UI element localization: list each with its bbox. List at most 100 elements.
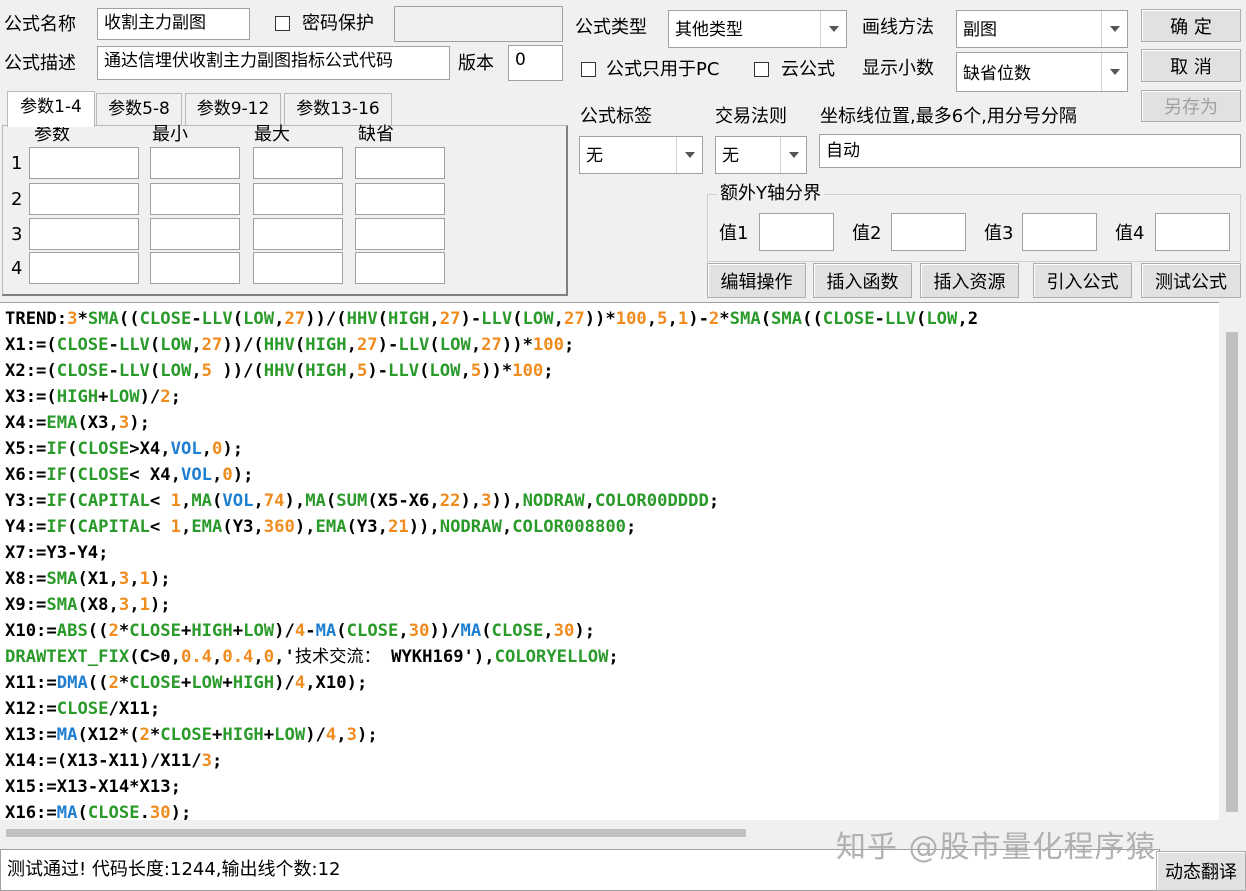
code-line[interactable]: X4:=EMA(X3,3); bbox=[5, 410, 150, 436]
code-line[interactable]: X1:=(CLOSE-LLV(LOW,27))/(HHV(HIGH,27)-LL… bbox=[5, 332, 574, 358]
cancel-button[interactable]: 取 消 bbox=[1141, 49, 1241, 82]
code-line[interactable]: X15:=X13-X14*X13; bbox=[5, 774, 181, 800]
code-token: (( bbox=[87, 621, 109, 641]
cloud-formula-checkbox[interactable] bbox=[754, 62, 769, 77]
code-line[interactable]: X9:=SMA(X8,3,1); bbox=[5, 592, 171, 618]
code-token: 30 bbox=[149, 803, 171, 820]
code-line[interactable]: X2:=(CLOSE-LLV(LOW,5 ))/(HHV(HIGH,5)-LLV… bbox=[5, 358, 554, 384]
code-token: (X1, bbox=[77, 569, 119, 589]
param4-max-input[interactable] bbox=[253, 252, 343, 284]
formula-type-select[interactable]: 其他类型 bbox=[668, 10, 847, 48]
param3-min-input[interactable] bbox=[150, 218, 240, 250]
code-token: , bbox=[191, 361, 202, 381]
code-token: (( bbox=[118, 309, 140, 329]
formula-tag-select[interactable]: 无 bbox=[579, 136, 703, 174]
value4-input[interactable] bbox=[1155, 213, 1230, 251]
edit-operations-button[interactable]: 编辑操作 bbox=[707, 263, 806, 298]
code-token: VOL bbox=[222, 491, 254, 511]
code-token: HHV bbox=[263, 335, 295, 355]
code-line[interactable]: X14:=(X13-X11)/X11/3; bbox=[5, 748, 222, 774]
code-line[interactable]: DRAWTEXT_FIX(C>0,0.4,0.4,0,'技术交流： WYKH16… bbox=[5, 644, 619, 670]
param1-default-input[interactable] bbox=[355, 147, 445, 179]
code-token: LLV bbox=[398, 335, 430, 355]
extra-y-axis-label: 额外Y轴分界 bbox=[717, 183, 824, 205]
formula-name-input[interactable]: 收割主力副图 bbox=[97, 8, 250, 40]
code-line[interactable]: X7:=Y3-Y4; bbox=[5, 540, 108, 566]
password-input bbox=[394, 6, 563, 42]
code-line[interactable]: X12:=CLOSE/X11; bbox=[5, 696, 160, 722]
trade-rule-select[interactable]: 无 bbox=[715, 136, 807, 174]
tab-params-13-16[interactable]: 参数13-16 bbox=[284, 93, 392, 125]
param3-default-input[interactable] bbox=[355, 218, 445, 250]
param4-min-input[interactable] bbox=[150, 252, 240, 284]
code-token: , bbox=[429, 309, 440, 329]
pc-only-checkbox[interactable] bbox=[581, 62, 596, 77]
formula-desc-input[interactable]: 通达信埋伏收割主力副图指标公式代码 bbox=[97, 46, 450, 80]
code-line[interactable]: X10:=ABS((2*CLOSE+HIGH+LOW)/4-MA(CLOSE,3… bbox=[5, 618, 595, 644]
test-formula-button[interactable]: 测试公式 bbox=[1141, 263, 1241, 298]
code-token: )), bbox=[408, 517, 440, 537]
code-token: CLOSE bbox=[56, 699, 109, 719]
horizontal-scrollbar-thumb[interactable] bbox=[6, 829, 746, 837]
code-line[interactable]: Y3:=IF(CAPITAL< 1,MA(VOL,74),MA(SUM(X5-X… bbox=[5, 488, 719, 514]
value2-input[interactable] bbox=[891, 213, 966, 251]
code-line[interactable]: X16:=MA(CLOSE.30); bbox=[5, 800, 191, 820]
code-token: 5 bbox=[356, 361, 368, 381]
axis-position-input[interactable]: 自动 bbox=[819, 134, 1241, 168]
param3-name-input[interactable] bbox=[29, 218, 139, 250]
param-header-default: 缺省 bbox=[358, 124, 394, 145]
param-header-name: 参数 bbox=[34, 124, 70, 145]
code-token: 0.4 bbox=[222, 647, 254, 667]
password-protect-checkbox[interactable] bbox=[275, 16, 290, 31]
code-token: COLOR00DDDD bbox=[595, 491, 709, 511]
insert-resource-button[interactable]: 插入资源 bbox=[920, 263, 1019, 298]
code-line[interactable]: TREND:3*SMA((CLOSE-LLV(LOW,27))/(HHV(HIG… bbox=[5, 306, 978, 332]
tab-params-5-8[interactable]: 参数5-8 bbox=[96, 93, 182, 125]
vertical-scrollbar-thumb[interactable] bbox=[1226, 332, 1238, 812]
code-line[interactable]: X5:=IF(CLOSE>X4,VOL,0); bbox=[5, 436, 243, 462]
decimal-select[interactable]: 缺省位数 bbox=[956, 52, 1128, 92]
value3-input[interactable] bbox=[1022, 213, 1097, 251]
code-line[interactable]: X8:=SMA(X1,3,1); bbox=[5, 566, 171, 592]
insert-function-button[interactable]: 插入函数 bbox=[813, 263, 912, 298]
code-token: ; bbox=[563, 335, 575, 355]
chevron-down-icon bbox=[780, 137, 806, 173]
param2-name-input[interactable] bbox=[29, 183, 139, 215]
import-formula-button[interactable]: 引入公式 bbox=[1033, 263, 1132, 298]
code-token: ( bbox=[67, 465, 78, 485]
draw-method-select[interactable]: 副图 bbox=[956, 10, 1128, 48]
param2-max-input[interactable] bbox=[253, 183, 343, 215]
code-token: LOW bbox=[243, 621, 275, 641]
tab-params-1-4[interactable]: 参数1-4 bbox=[7, 91, 95, 127]
code-token: 27 bbox=[284, 309, 306, 329]
param1-min-input[interactable] bbox=[150, 147, 240, 179]
param1-max-input[interactable] bbox=[253, 147, 343, 179]
code-token: (C>0, bbox=[129, 647, 181, 667]
param-row-number: 4 bbox=[11, 258, 23, 279]
code-line[interactable]: X3:=(HIGH+LOW)/2; bbox=[5, 384, 181, 410]
code-token: HHV bbox=[346, 309, 378, 329]
param1-name-input[interactable] bbox=[29, 147, 139, 179]
code-token: X13:= bbox=[5, 725, 57, 745]
code-editor[interactable]: TREND:3*SMA((CLOSE-LLV(LOW,27))/(HHV(HIG… bbox=[0, 302, 1232, 820]
param4-name-input[interactable] bbox=[29, 252, 139, 284]
code-token: 技术交流： bbox=[294, 647, 381, 667]
dynamic-translate-button[interactable]: 动态翻译 bbox=[1156, 851, 1246, 891]
code-line[interactable]: X6:=IF(CLOSE< X4,VOL,0); bbox=[5, 462, 253, 488]
param4-default-input[interactable] bbox=[355, 252, 445, 284]
ok-button[interactable]: 确 定 bbox=[1141, 9, 1241, 42]
code-token: )/ bbox=[274, 673, 295, 693]
code-token: , bbox=[460, 361, 471, 381]
code-token: )- bbox=[367, 361, 389, 381]
param2-min-input[interactable] bbox=[150, 183, 240, 215]
version-input[interactable]: 0 bbox=[508, 45, 563, 81]
param2-default-input[interactable] bbox=[355, 183, 445, 215]
value3-label: 值3 bbox=[984, 223, 1014, 244]
code-line[interactable]: Y4:=IF(CAPITAL< 1,EMA(Y3,360),EMA(Y3,21)… bbox=[5, 514, 636, 540]
param3-max-input[interactable] bbox=[253, 218, 343, 250]
value1-input[interactable] bbox=[759, 213, 834, 251]
code-token: (( bbox=[87, 673, 109, 693]
code-line[interactable]: X13:=MA(X12*(2*CLOSE+HIGH+LOW)/4,3); bbox=[5, 722, 378, 748]
tab-params-9-12[interactable]: 参数9-12 bbox=[185, 93, 281, 125]
code-line[interactable]: X11:=DMA((2*CLOSE+LOW+HIGH)/4,X10); bbox=[5, 670, 367, 696]
